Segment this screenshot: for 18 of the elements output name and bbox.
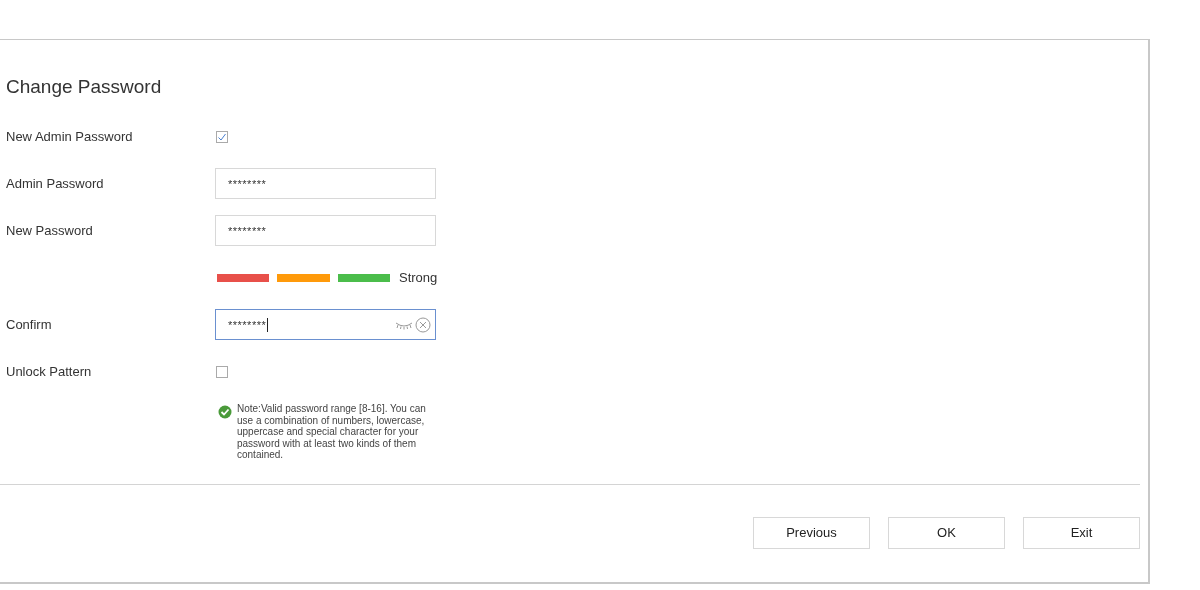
field-label: Admin Password (6, 176, 105, 191)
check-icon (218, 405, 232, 419)
field-label: New Admin Password (6, 129, 134, 144)
password-field[interactable]: ******** (215, 215, 436, 246)
note-text: Note:Valid password range [8-16]. You can use a combination of numbers, lowercase, uppercase and special character for your password with at least two kinds of them contained. (237, 403, 427, 461)
dialog-button[interactable]: Previous (753, 516, 870, 549)
checkbox[interactable] (216, 130, 228, 143)
page-title: Change Password (6, 75, 162, 99)
field-label: New Password (6, 223, 94, 238)
dialog-button[interactable]: OK (888, 516, 1005, 549)
clear-icon[interactable] (415, 316, 431, 333)
dialog-button[interactable]: Exit (1023, 516, 1140, 549)
password-field[interactable]: ******** (215, 309, 436, 340)
checkbox[interactable] (216, 365, 228, 378)
field-label: Confirm (6, 317, 53, 332)
strength-text: Strong (399, 270, 438, 285)
field-label: Unlock Pattern (6, 364, 93, 379)
password-field[interactable]: ******** (215, 168, 436, 199)
